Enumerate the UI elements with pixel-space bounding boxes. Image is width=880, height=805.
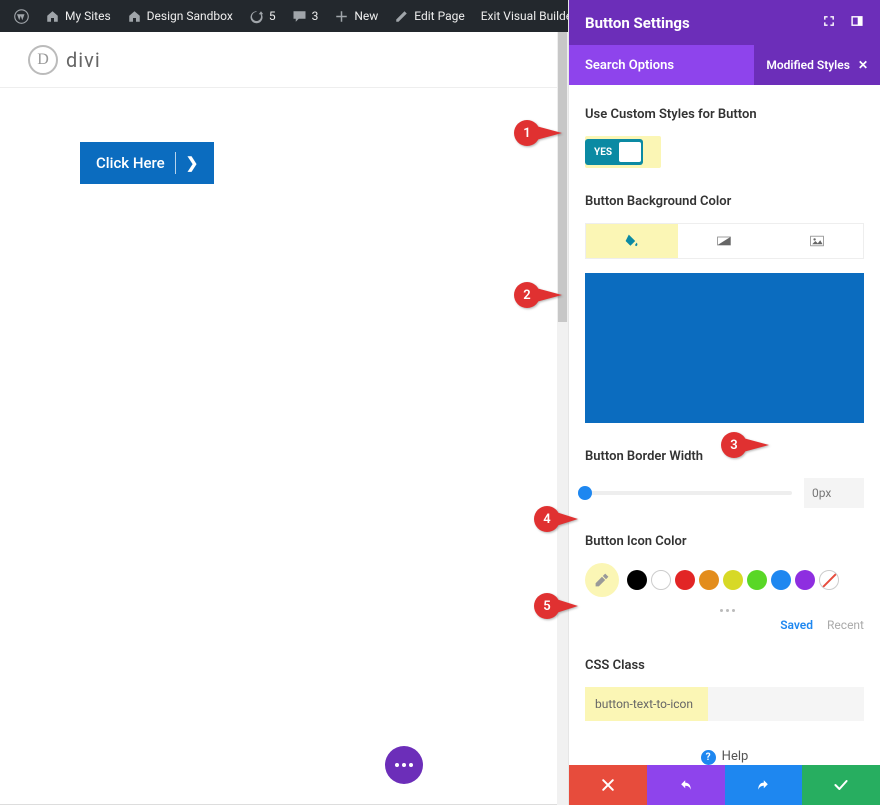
gradient-icon — [716, 233, 732, 249]
panel-tabs: Search Options Modified Styles ✕ — [569, 45, 880, 85]
setting-bg-color: Button Background Color — [585, 194, 864, 423]
custom-styles-toggle[interactable]: YES — [585, 139, 643, 165]
eyedropper-button[interactable] — [585, 563, 619, 597]
comments-count: 3 — [312, 9, 319, 23]
redo-icon — [755, 777, 771, 793]
annotation-1: 1 — [514, 120, 566, 150]
divi-logo-icon: D — [28, 45, 58, 75]
image-icon — [809, 233, 825, 249]
eyedropper-icon — [594, 572, 610, 588]
page-preview: D divi Click Here ❯ — [0, 32, 560, 805]
bg-color-swatch[interactable] — [585, 273, 864, 423]
swatch-yellow[interactable] — [723, 570, 743, 590]
my-sites[interactable]: My Sites — [37, 0, 119, 32]
updates[interactable]: 5 — [241, 0, 284, 32]
border-width-slider[interactable] — [585, 491, 792, 495]
annotation-5: 5 — [534, 593, 580, 623]
paint-bucket-icon — [624, 233, 640, 249]
button-divider — [175, 152, 176, 174]
toggle-state: YES — [587, 147, 619, 158]
save-button[interactable] — [802, 765, 880, 805]
check-icon — [833, 777, 849, 793]
redo-button[interactable] — [725, 765, 803, 805]
expand-icon[interactable] — [822, 14, 836, 32]
swatch-red[interactable] — [675, 570, 695, 590]
home-icon — [127, 9, 142, 24]
bg-tab-color[interactable] — [586, 224, 678, 258]
site-name-label: Design Sandbox — [147, 9, 233, 23]
annotation-2: 2 — [514, 282, 566, 312]
setting-label: CSS Class — [585, 658, 864, 673]
annotation-3: 3 — [721, 432, 773, 462]
new-content[interactable]: New — [326, 0, 386, 32]
demo-button[interactable]: Click Here ❯ — [80, 142, 214, 184]
recent-link[interactable]: Recent — [827, 618, 864, 632]
setting-custom-styles: Use Custom Styles for Button YES — [585, 107, 864, 168]
border-width-value[interactable]: 0px — [804, 478, 864, 508]
swatch-blue[interactable] — [771, 570, 791, 590]
swatch-none[interactable] — [819, 570, 839, 590]
icon-color-swatches — [585, 563, 864, 597]
exit-vb-label: Exit Visual Builder — [481, 9, 577, 23]
demo-button-label: Click Here — [96, 154, 165, 172]
comments[interactable]: 3 — [284, 0, 327, 32]
edit-page[interactable]: Edit Page — [386, 0, 472, 32]
my-sites-label: My Sites — [65, 9, 111, 23]
more-dots-icon[interactable] — [591, 609, 864, 612]
slider-thumb[interactable] — [578, 486, 592, 500]
help-icon: ? — [701, 750, 716, 765]
settings-panel: Button Settings Search Options Modified … — [568, 0, 880, 805]
panel-header: Button Settings — [569, 0, 880, 45]
bg-tab-gradient[interactable] — [678, 224, 770, 258]
help-label: Help — [722, 749, 749, 764]
setting-label: Use Custom Styles for Button — [585, 107, 864, 122]
bg-color-tabs — [585, 223, 864, 259]
toggle-knob — [619, 142, 641, 162]
divi-fab-button[interactable] — [385, 746, 423, 784]
swatch-green[interactable] — [747, 570, 767, 590]
close-icon — [600, 777, 616, 793]
site-logo-row: D divi — [0, 32, 560, 88]
swatch-purple[interactable] — [795, 570, 815, 590]
pencil-icon — [394, 9, 409, 24]
help-row[interactable]: ? Help — [585, 749, 864, 765]
modified-styles-chip[interactable]: Modified Styles ✕ — [754, 45, 880, 85]
swatch-black[interactable] — [627, 570, 647, 590]
css-class-input[interactable] — [585, 687, 864, 721]
search-options-label[interactable]: Search Options — [585, 58, 674, 73]
panel-body: Use Custom Styles for Button YES Button … — [569, 85, 880, 765]
scrollbar-track — [557, 322, 568, 805]
plus-icon — [334, 9, 349, 24]
scrollbar-thumb[interactable] — [557, 32, 568, 322]
comment-icon — [292, 9, 307, 24]
setting-label: Button Background Color — [585, 194, 864, 209]
swatch-white[interactable] — [651, 570, 671, 590]
undo-button[interactable] — [647, 765, 725, 805]
wp-logo[interactable] — [6, 0, 37, 32]
setting-css-class: CSS Class — [585, 658, 864, 721]
new-label: New — [354, 9, 378, 23]
saved-link[interactable]: Saved — [780, 618, 813, 632]
close-icon[interactable]: ✕ — [858, 58, 868, 72]
panel-title: Button Settings — [585, 14, 690, 32]
updates-count: 5 — [269, 9, 276, 23]
chevron-right-icon: ❯ — [186, 154, 199, 172]
refresh-icon — [249, 9, 264, 24]
setting-label: Button Icon Color — [585, 534, 864, 549]
site-name[interactable]: Design Sandbox — [119, 0, 241, 32]
edit-page-label: Edit Page — [414, 9, 464, 23]
chip-label: Modified Styles — [766, 58, 850, 72]
setting-icon-color: Button Icon Color Saved Recent — [585, 534, 864, 632]
snap-icon[interactable] — [850, 14, 864, 32]
panel-footer — [569, 765, 880, 805]
swatch-orange[interactable] — [699, 570, 719, 590]
cancel-button[interactable] — [569, 765, 647, 805]
divi-logo-text: divi — [66, 48, 101, 72]
bg-tab-image[interactable] — [771, 224, 863, 258]
undo-icon — [678, 777, 694, 793]
home-icon — [45, 9, 60, 24]
annotation-4: 4 — [534, 506, 580, 536]
wordpress-icon — [14, 9, 29, 24]
